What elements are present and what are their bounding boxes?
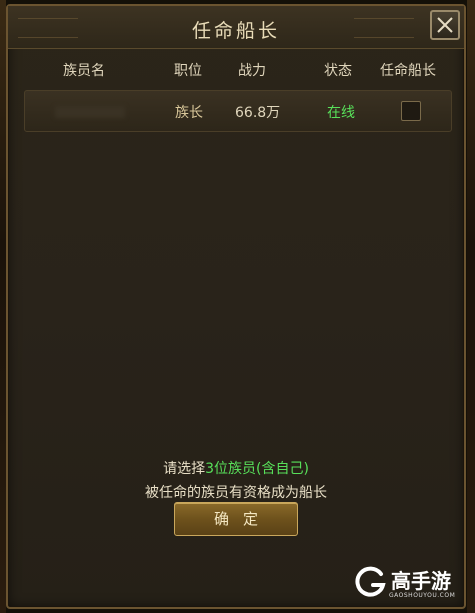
close-icon: [437, 17, 453, 33]
close-button[interactable]: [430, 10, 460, 40]
confirm-button[interactable]: 确定: [174, 502, 298, 536]
instruction-prefix: 请选择: [163, 461, 206, 477]
member-power: 66.8万: [235, 105, 281, 121]
watermark-brand: 高手游: [391, 569, 451, 593]
brand-logo-icon: [355, 566, 386, 597]
dialog-title-bar: 任命船长: [8, 6, 464, 49]
member-status: 在线: [327, 105, 355, 121]
watermark: 高手游 GAOSHOUYOU.COM: [353, 563, 465, 605]
header-status: 状态: [324, 63, 352, 79]
header-position: 职位: [174, 63, 202, 79]
header-power: 战力: [238, 63, 266, 79]
table-header: 族员名 职位 战力 状态 任命船长: [8, 60, 464, 84]
instruction-highlight: 3位族员(含自己): [205, 461, 309, 477]
background-right-edge: [467, 0, 475, 613]
eligibility-note: 被任命的族员有资格成为船长: [145, 485, 327, 501]
header-member-name: 族员名: [63, 63, 105, 79]
appoint-captain-checkbox[interactable]: [401, 101, 421, 121]
member-name-obscured: [55, 106, 125, 118]
selection-instruction: 请选择3位族员(含自己): [8, 458, 464, 478]
appoint-captain-dialog: 任命船长 族员名 职位 战力 状态 任命船长 族长 66.8万 在线 请选择3位…: [6, 4, 466, 609]
dialog-title: 任命船长: [191, 20, 280, 42]
table-row[interactable]: 族长 66.8万 在线: [24, 90, 452, 132]
member-role: 族长: [175, 105, 203, 121]
watermark-domain: GAOSHOUYOU.COM: [389, 592, 456, 599]
header-appoint-captain: 任命船长: [380, 63, 436, 79]
